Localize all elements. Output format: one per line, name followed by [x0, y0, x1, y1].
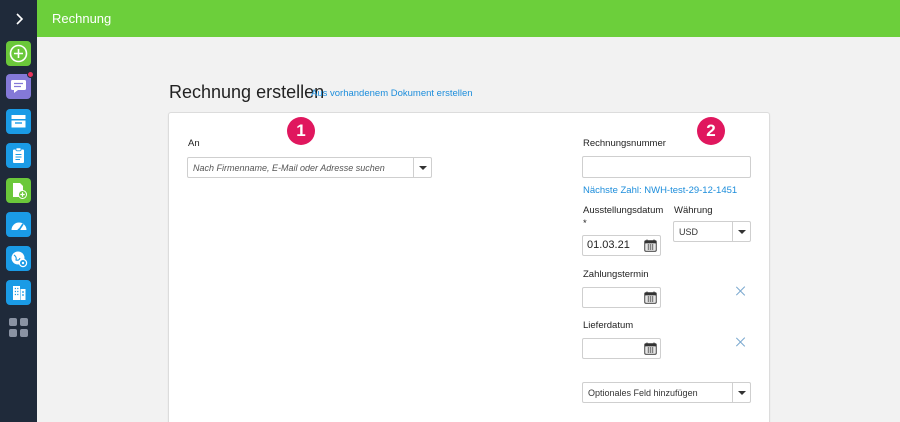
sidebar [0, 0, 37, 422]
sidebar-item-new-document[interactable] [6, 178, 31, 203]
sidebar-item-clipboard[interactable] [6, 143, 31, 168]
calendar-icon[interactable] [644, 291, 657, 304]
clipboard-icon [13, 147, 24, 163]
sidebar-item-inbox[interactable] [6, 109, 31, 134]
invoice-number-input[interactable] [582, 156, 751, 178]
issue-date-value: 01.03.21 [587, 239, 630, 251]
chevron-right-icon [15, 12, 23, 25]
sidebar-item-messages[interactable] [6, 71, 34, 99]
due-date-input[interactable] [582, 287, 661, 308]
sidebar-item-global-settings[interactable] [6, 246, 31, 271]
inbox-icon [11, 115, 26, 128]
currency-value: USD [679, 227, 699, 237]
top-bar-title: Rechnung [52, 11, 112, 26]
optional-field-label: Optionales Feld hinzufügen [588, 388, 698, 398]
delivery-date-input[interactable] [582, 338, 661, 359]
step-badge-1: 1 [287, 117, 315, 145]
recipient-search-placeholder: Nach Firmenname, E-Mail oder Adresse suc… [193, 163, 385, 173]
building-icon [12, 286, 25, 300]
delivery-date-label: Lieferdatum [583, 320, 634, 331]
chat-icon [11, 80, 26, 93]
required-mark: * [583, 218, 587, 229]
optional-field-select[interactable]: Optionales Feld hinzufügen [582, 382, 751, 403]
document-add-icon [12, 183, 27, 199]
sidebar-item-create[interactable] [6, 41, 31, 66]
create-from-existing-link[interactable]: Aus vorhandenem Dokument erstellen [311, 88, 473, 99]
calendar-icon[interactable] [644, 239, 657, 252]
recipient-search-select[interactable]: Nach Firmenname, E-Mail oder Adresse suc… [187, 157, 432, 178]
sidebar-item-dashboard[interactable] [6, 212, 31, 237]
chevron-down-icon[interactable] [413, 158, 431, 177]
currency-label: Währung [674, 205, 713, 216]
chevron-down-icon[interactable] [732, 222, 750, 241]
step-badge-2: 2 [697, 117, 725, 145]
chevron-down-icon[interactable] [732, 383, 750, 402]
notification-dot [27, 71, 34, 78]
issue-date-label: Ausstellungsdatum [583, 205, 664, 216]
invoice-number-label: Rechnungsnummer [583, 138, 666, 149]
globe-settings-icon [11, 251, 27, 267]
currency-select[interactable]: USD [673, 221, 751, 242]
recipient-label: An [188, 138, 200, 149]
page-title: Rechnung erstellen [169, 82, 325, 102]
calendar-icon[interactable] [644, 342, 657, 355]
sidebar-toggle-button[interactable] [0, 0, 37, 37]
issue-date-input[interactable]: 01.03.21 [582, 235, 661, 256]
due-date-label: Zahlungstermin [583, 269, 649, 280]
close-icon[interactable] [736, 286, 746, 296]
apps-grid-icon[interactable] [9, 318, 28, 337]
plus-circle-icon [9, 44, 28, 63]
next-number-hint: Nächste Zahl: NWH-test-29-12-1451 [583, 185, 738, 196]
dashboard-icon [11, 222, 26, 231]
sidebar-item-company[interactable] [6, 280, 31, 305]
close-icon[interactable] [736, 337, 746, 347]
top-bar: Rechnung [37, 0, 900, 37]
